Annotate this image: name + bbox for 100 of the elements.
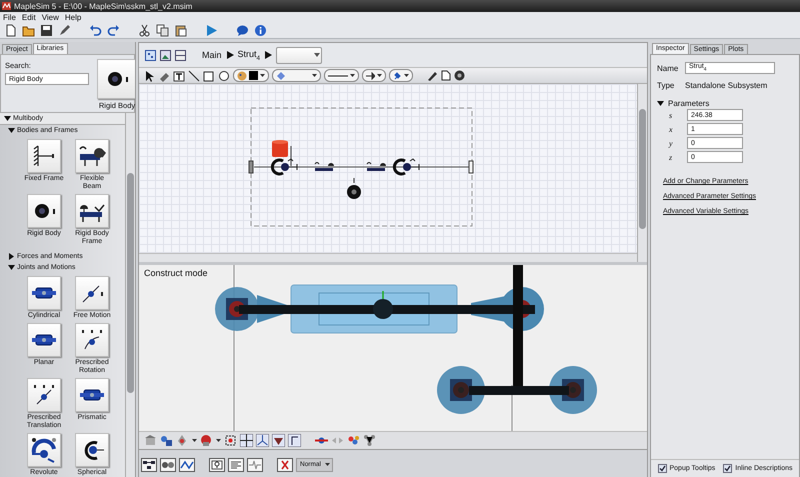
- component-tile[interactable]: [27, 433, 61, 467]
- field-label: Type: [657, 80, 676, 90]
- save-icon[interactable]: [40, 24, 53, 36]
- strut-3d-drawing[interactable]: [215, 265, 597, 414]
- palette-icon: [237, 70, 247, 80]
- vertical-scrollbar[interactable]: [637, 84, 647, 262]
- gear-icon[interactable]: [454, 70, 465, 81]
- page-icon[interactable]: [441, 70, 451, 81]
- component-tile[interactable]: [75, 378, 109, 412]
- component-tile[interactable]: [27, 194, 61, 228]
- shapes-icon[interactable]: [160, 434, 173, 447]
- layout-grid-icon[interactable]: [145, 50, 156, 60]
- app-icon: [2, 2, 11, 10]
- line-tool-icon[interactable]: [188, 70, 200, 82]
- menu-item[interactable]: Edit: [22, 12, 36, 22]
- undo-icon[interactable]: [89, 24, 102, 36]
- pin-icon: [393, 71, 402, 80]
- split-view-button[interactable]: [179, 458, 195, 472]
- help-icon: [210, 458, 224, 470]
- revolute-joint-icon: [392, 158, 420, 176]
- caret-icon: [350, 74, 355, 77]
- expand-arrow-icon[interactable]: [8, 127, 15, 134]
- caret-icon: [192, 439, 197, 442]
- caret-icon: [377, 74, 382, 77]
- rigid-body-frame-icon: [314, 162, 334, 171]
- text-tool-icon[interactable]: [173, 70, 185, 82]
- signal-icon: [248, 458, 262, 470]
- component-tile[interactable]: [27, 276, 61, 310]
- cut-icon[interactable]: [138, 24, 151, 36]
- component-tile[interactable]: [27, 139, 61, 173]
- component-tile[interactable]: [27, 323, 61, 357]
- expand-arrow-icon[interactable]: [8, 264, 15, 271]
- copy-icon[interactable]: [156, 24, 169, 36]
- section-header: Parameters: [668, 98, 710, 108]
- frame-port-icon[interactable]: [468, 160, 474, 174]
- diagram-view-icon: [142, 458, 156, 470]
- rigid-body-frame-icon: [366, 162, 386, 171]
- help-button[interactable]: [209, 458, 225, 472]
- cylinder-icon: [272, 140, 292, 166]
- corner-icon[interactable]: [288, 434, 301, 447]
- expand-arrow-icon[interactable]: [8, 253, 15, 260]
- info-icon[interactable]: [254, 24, 267, 36]
- type-value: Standalone Subsystem: [685, 80, 768, 90]
- rectangle-tool-icon[interactable]: [203, 70, 215, 82]
- menu-item[interactable]: Help: [64, 12, 82, 22]
- layout-split-icon[interactable]: [175, 50, 186, 60]
- component-icon: [29, 435, 59, 465]
- checkbox[interactable]: [658, 464, 666, 473]
- grid-icon[interactable]: [240, 434, 253, 447]
- breadcrumb-link[interactable]: Main: [202, 50, 222, 60]
- delete-button[interactable]: [277, 458, 293, 472]
- selection-box[interactable]: [250, 108, 472, 226]
- component-tile[interactable]: [75, 139, 109, 173]
- checkbox[interactable]: [723, 464, 732, 473]
- component-tile[interactable]: [27, 378, 61, 412]
- menu-item[interactable]: View: [42, 12, 59, 22]
- caret-icon: [312, 74, 317, 77]
- menu-item[interactable]: File: [3, 12, 16, 22]
- caret-icon: [324, 463, 330, 466]
- cluster-icon[interactable]: [347, 434, 360, 447]
- network-icon[interactable]: [363, 434, 376, 447]
- line-style-icon: [328, 72, 348, 78]
- circle-tool-icon[interactable]: [218, 70, 230, 82]
- horizontal-scrollbar[interactable]: [139, 253, 637, 262]
- revolute-joint-icon: [270, 158, 298, 176]
- paste-icon[interactable]: [174, 24, 187, 36]
- split-view-icon: [180, 458, 194, 470]
- view-mode-label: Construct mode: [144, 268, 208, 278]
- palette-dropdown[interactable]: [233, 69, 269, 82]
- chat-bubble-icon[interactable]: [236, 24, 249, 36]
- pen-icon[interactable]: [427, 70, 438, 81]
- description-icon: [229, 458, 243, 470]
- pin-dropdown[interactable]: [389, 69, 413, 82]
- pointer-icon[interactable]: [143, 70, 155, 82]
- axes-icon[interactable]: [256, 434, 269, 447]
- component-tile[interactable]: [75, 323, 109, 357]
- vertical-scrollbar[interactable]: [125, 113, 135, 477]
- sphere-icon[interactable]: [200, 434, 213, 447]
- parameter-name: x: [669, 124, 674, 134]
- component-tile[interactable]: [75, 433, 109, 467]
- parameter-name: s: [669, 110, 674, 120]
- expand-arrow-icon[interactable]: [4, 115, 11, 122]
- description-button[interactable]: [228, 458, 244, 472]
- building-icon[interactable]: [144, 434, 157, 447]
- subsystem-dropdown[interactable]: [276, 46, 322, 64]
- rigid-body-icon: [347, 178, 361, 199]
- redo-icon[interactable]: [107, 24, 120, 36]
- line-style-dropdown[interactable]: [324, 69, 359, 82]
- component-tile[interactable]: [75, 276, 109, 310]
- frame-icon[interactable]: [224, 434, 237, 447]
- signal-button[interactable]: [247, 458, 263, 472]
- model-view-button[interactable]: [160, 458, 176, 472]
- breadcrumb-arrow-icon: [264, 51, 272, 59]
- color-swatch-icon: [249, 71, 258, 80]
- diagram-view-button[interactable]: [141, 458, 157, 472]
- arrow-style-dropdown[interactable]: [362, 69, 386, 82]
- breadcrumb-link[interactable]: Strut$_{4}$: [238, 48, 260, 62]
- component-tile[interactable]: [75, 194, 109, 228]
- layout-image-icon[interactable]: [160, 50, 171, 60]
- expand-arrow-icon[interactable]: [657, 100, 664, 106]
